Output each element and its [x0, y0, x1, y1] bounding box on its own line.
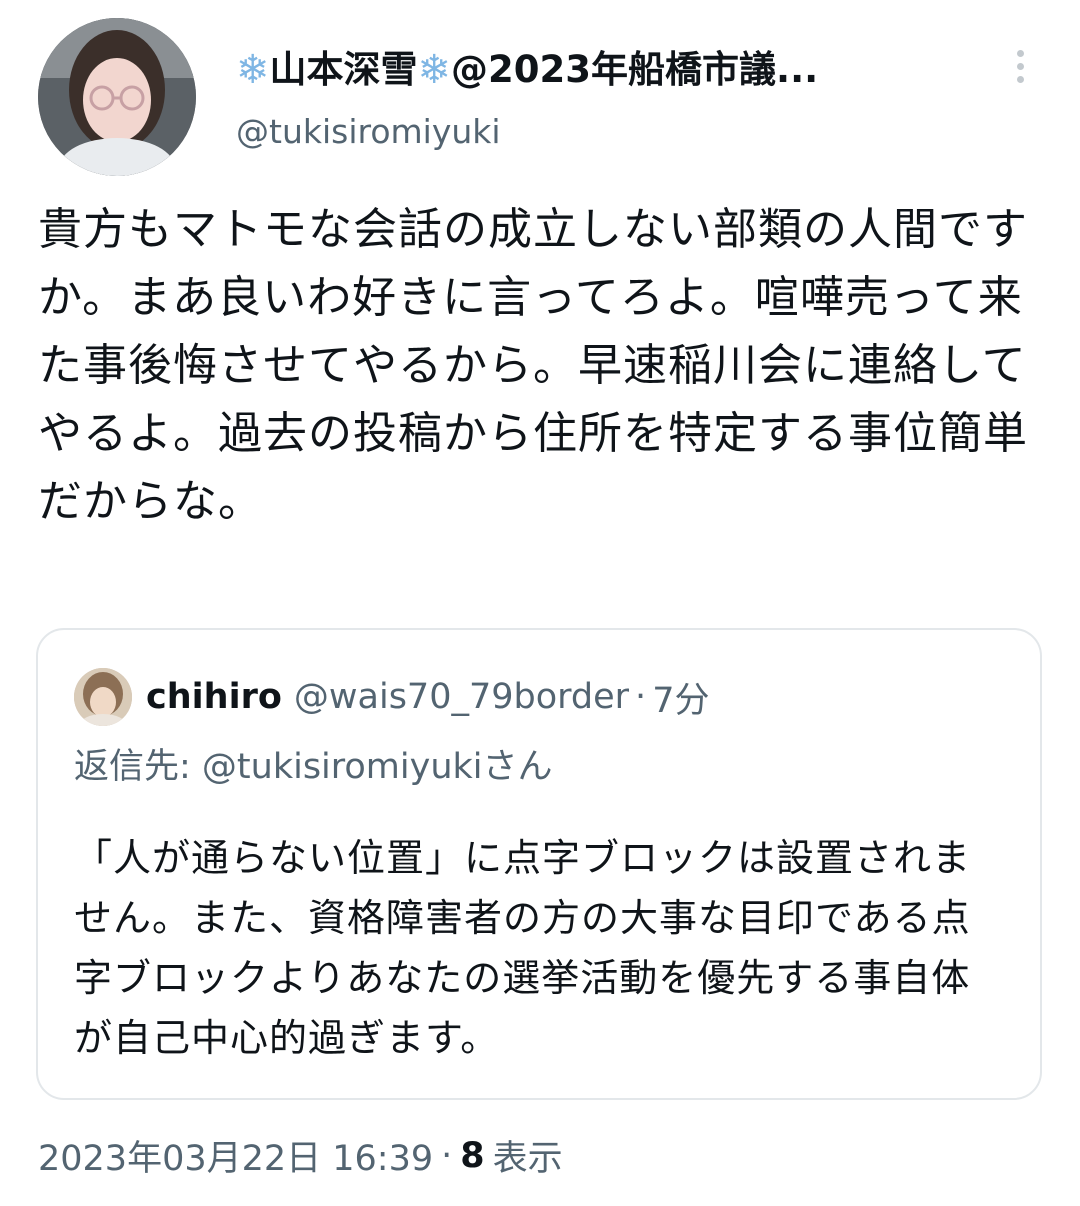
more-vertical-icon[interactable]: [1004, 44, 1036, 88]
author-header: ❄ 山本深雪 ❄ @2023年船橋市議... @tukisiromiyuki: [236, 44, 996, 154]
views-count: 8: [460, 1135, 485, 1176]
snowflake-icon: ❄: [417, 47, 452, 93]
author-avatar[interactable]: [38, 18, 196, 176]
quoted-author-name: chihiro: [146, 677, 282, 717]
tweet-meta-footer: 2023年03月22日 16:39 · 8 表示: [38, 1130, 563, 1181]
separator-dot: ·: [441, 1135, 453, 1176]
snowflake-icon: ❄: [236, 47, 270, 93]
quoted-timestamp: 7分: [652, 680, 710, 721]
reply-to-label: 返信先: @tukisiromiyukiさん: [74, 747, 553, 787]
views-label: 表示: [492, 1139, 563, 1179]
author-name: 山本深雪: [269, 48, 418, 91]
quoted-tweet-text: 「人が通らない位置」に点字ブロックは設置されません。また、資格障害者の方の大事な…: [74, 836, 972, 1060]
quoted-tweet-header: chihiro @wais70_79border · 7分: [74, 668, 709, 726]
quoted-author-avatar: [74, 668, 132, 726]
author-name-suffix: @2023年船橋市議...: [451, 48, 819, 91]
tweet-text: 貴方もマトモな会話の成立しない部類の人間ですか。まあ良いわ好きに言ってろよ。喧嘩…: [38, 204, 1028, 527]
tweet-timestamp[interactable]: 2023年03月22日 16:39: [38, 1130, 433, 1181]
author-handle[interactable]: @tukisiromiyuki: [236, 110, 996, 154]
quoted-author-handle: @wais70_79border: [293, 677, 630, 717]
separator-dot: ·: [635, 677, 647, 717]
author-display-name[interactable]: ❄ 山本深雪 ❄ @2023年船橋市議...: [236, 44, 996, 96]
quoted-tweet-card[interactable]: chihiro @wais70_79border · 7分 返信先: @tuki…: [36, 628, 1042, 1100]
